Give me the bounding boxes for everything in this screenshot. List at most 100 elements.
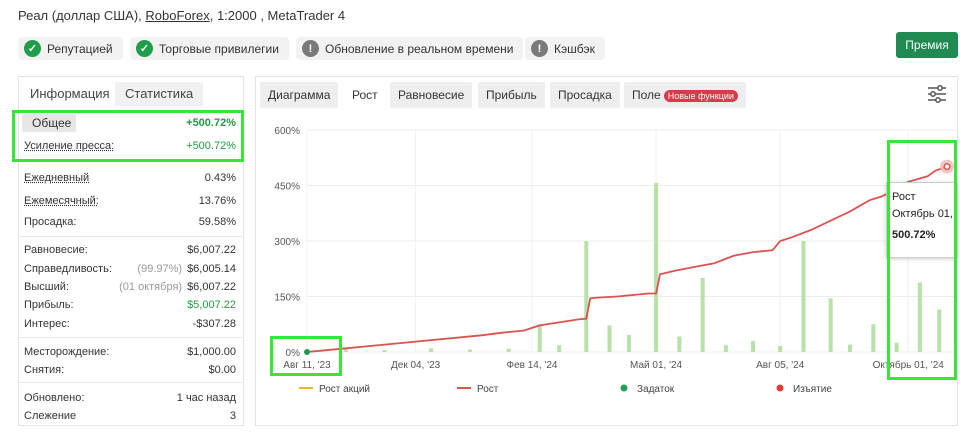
tab-field[interactable]: Поле Новые функции bbox=[624, 82, 746, 108]
badge-label: Кэшбэк bbox=[554, 41, 595, 56]
divider bbox=[18, 337, 242, 338]
x-tick-label: Фев 14, '24 bbox=[506, 360, 557, 371]
growth-line bbox=[306, 165, 948, 353]
bar bbox=[537, 324, 542, 352]
drawdown-label: Просадка: bbox=[24, 216, 77, 228]
equity-value: $6,005.14 bbox=[187, 263, 236, 275]
account-type: Реал (доллар США), bbox=[18, 8, 142, 23]
tab-profit[interactable]: Прибыль bbox=[478, 82, 545, 108]
tab-balance[interactable]: Равновесие bbox=[390, 82, 473, 108]
bar bbox=[828, 298, 833, 352]
bar bbox=[382, 349, 387, 352]
legend-label: Рост bbox=[477, 384, 499, 395]
updated-label: Обновлено: bbox=[24, 392, 85, 404]
bar bbox=[751, 340, 756, 352]
divider bbox=[18, 382, 242, 383]
chart-grid bbox=[306, 129, 955, 353]
tab-field-label: Поле bbox=[632, 88, 661, 102]
deposits-value: $1,000.00 bbox=[187, 346, 236, 358]
highest-value: $6,007.22 bbox=[187, 281, 236, 293]
balance-label: Равновесие: bbox=[24, 244, 88, 256]
chart-bars bbox=[312, 182, 942, 352]
bar bbox=[801, 241, 806, 352]
tab-drawdown[interactable]: Просадка bbox=[550, 82, 620, 108]
badge-label: Обновление в реальном времени bbox=[325, 41, 514, 56]
bar bbox=[871, 324, 876, 352]
bar bbox=[343, 349, 348, 352]
monthly-value: 13.76% bbox=[198, 195, 236, 207]
y-tick-label: 600% bbox=[274, 126, 300, 137]
y-tick-label: 450% bbox=[274, 182, 300, 193]
x-tick-label: Май 01, '24 bbox=[630, 360, 683, 371]
legend-dot-marker bbox=[776, 384, 784, 392]
badge-realtime-update[interactable]: ! Обновление в реальном времени bbox=[296, 37, 524, 60]
highlight-box-end bbox=[887, 140, 957, 380]
badge-trading-privileges[interactable]: ✓ Торговые привилегии bbox=[130, 37, 289, 60]
bar bbox=[723, 345, 728, 352]
tracking-label: Слежение bbox=[24, 410, 77, 422]
bar bbox=[654, 182, 659, 352]
daily-value: 0.43% bbox=[204, 172, 236, 184]
equity-label: Справедливость: bbox=[24, 263, 112, 275]
x-axis-ticks: Авг 11, '23 Дек 04, '23 Фев 14, '24 Май 01,… bbox=[283, 359, 944, 371]
badge-label: Торговые привилегии bbox=[159, 41, 279, 56]
tab-statistics[interactable]: Статистика bbox=[115, 82, 204, 106]
tab-growth[interactable]: Рост bbox=[344, 82, 386, 108]
chart-legend: Рост акций Рост Задаток Изъятие bbox=[299, 384, 832, 395]
check-icon: ✓ bbox=[24, 40, 41, 57]
broker-link[interactable]: RoboForex bbox=[145, 8, 209, 23]
bar bbox=[584, 241, 589, 352]
profit-label: Прибыль: bbox=[24, 299, 74, 311]
bar bbox=[467, 349, 472, 352]
drawdown-value: 59.58% bbox=[198, 216, 236, 228]
bar bbox=[429, 348, 434, 352]
legend-label: Задаток bbox=[637, 384, 675, 395]
monthly-label[interactable]: Ежемесячный: bbox=[24, 195, 99, 207]
tab-information[interactable]: Информация bbox=[20, 82, 120, 106]
account-details: , 1:2000 , MetaTrader 4 bbox=[209, 8, 346, 23]
interest-value: -$307.28 bbox=[192, 318, 236, 330]
profit-value: $5,007.22 bbox=[187, 299, 236, 311]
badge-label: Репутацией bbox=[47, 41, 113, 56]
withdrawals-label: Снятия: bbox=[24, 364, 65, 376]
premium-button[interactable]: Премия bbox=[896, 32, 958, 58]
badge-cashback[interactable]: ! Кэшбэк bbox=[525, 37, 605, 60]
legend-label: Рост акций bbox=[319, 384, 370, 395]
press-label[interactable]: Усиление пресса: bbox=[24, 140, 114, 152]
y-axis-ticks: 600%450%300%150%0% bbox=[274, 126, 300, 359]
interest-label: Интерес: bbox=[24, 318, 70, 330]
highest-note: (01 октября) bbox=[119, 281, 183, 293]
bar bbox=[778, 346, 783, 352]
exclamation-icon: ! bbox=[302, 40, 319, 57]
bar bbox=[677, 336, 682, 352]
y-tick-label: 300% bbox=[274, 237, 300, 248]
legend-dot-marker bbox=[620, 384, 628, 392]
bar bbox=[848, 344, 853, 352]
general-label: Общее bbox=[32, 116, 72, 130]
check-icon: ✓ bbox=[136, 40, 153, 57]
equity-note: (99.97%) bbox=[137, 263, 183, 275]
settings-sliders-icon[interactable] bbox=[926, 84, 948, 104]
badge-reputation[interactable]: ✓ Репутацией bbox=[18, 37, 123, 60]
bar bbox=[557, 345, 562, 352]
tab-diagram[interactable]: Диаграмма bbox=[260, 82, 339, 108]
growth-chart[interactable]: 600%450%300%150%0% Авг 11, '23 Дек 04, '2… bbox=[255, 110, 958, 426]
x-tick-label: Авг 05, '24 bbox=[756, 360, 805, 371]
account-title: Реал (доллар США), RoboForex, 1:2000 , M… bbox=[18, 8, 345, 23]
new-features-badge: Новые функции bbox=[663, 90, 738, 102]
deposits-label: Месторождение: bbox=[24, 346, 110, 358]
general-value: +500.72% bbox=[186, 117, 236, 129]
highlight-box-start bbox=[270, 336, 342, 376]
bar bbox=[700, 278, 705, 352]
legend-label: Изъятие bbox=[793, 384, 832, 395]
y-tick-label: 150% bbox=[274, 293, 300, 304]
balance-value: $6,007.22 bbox=[187, 244, 236, 256]
tracking-value: 3 bbox=[229, 410, 236, 422]
updated-value: 1 час назад bbox=[176, 392, 236, 404]
exclamation-icon: ! bbox=[531, 40, 548, 57]
withdrawals-value: $0.00 bbox=[208, 364, 236, 376]
press-value: +500.72% bbox=[186, 140, 236, 152]
daily-label[interactable]: Ежедневный bbox=[24, 172, 89, 184]
bar bbox=[506, 348, 511, 352]
divider bbox=[18, 236, 242, 237]
